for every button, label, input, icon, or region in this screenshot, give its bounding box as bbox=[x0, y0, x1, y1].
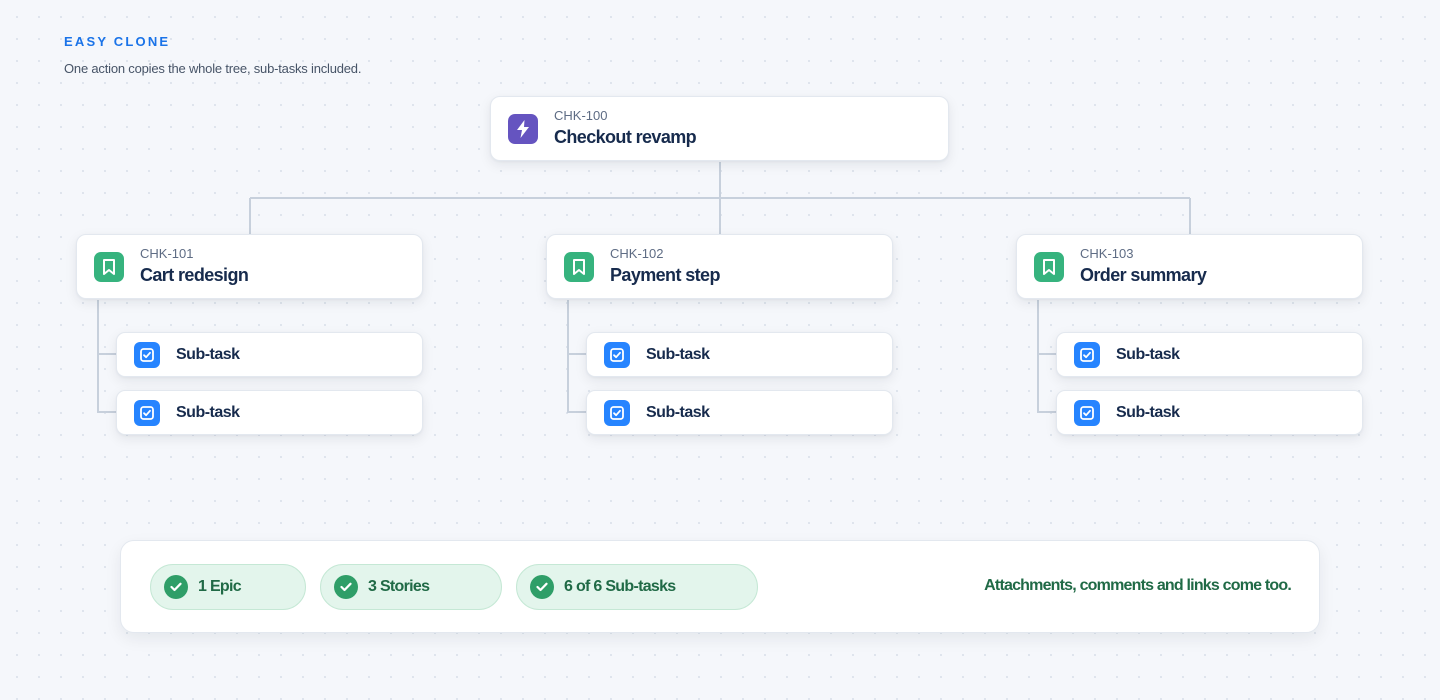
story-key: CHK-101 bbox=[140, 246, 194, 261]
story-card-chk-103[interactable]: CHK-103 Order summary bbox=[1016, 234, 1363, 299]
section-subtitle: One action copies the whole tree, sub-ta… bbox=[64, 61, 362, 76]
story-key: CHK-102 bbox=[610, 246, 664, 261]
story-title: Cart redesign bbox=[140, 265, 249, 285]
story-title: Order summary bbox=[1080, 265, 1207, 285]
check-circle-icon bbox=[164, 575, 188, 599]
subtask-label: Sub-task bbox=[646, 403, 710, 421]
epic-title: Checkout revamp bbox=[554, 127, 697, 147]
subtask-card[interactable]: Sub-task bbox=[116, 390, 423, 435]
summary-note: Attachments, comments and links come too… bbox=[984, 577, 1292, 594]
checkbox-icon bbox=[604, 341, 630, 368]
subtask-label: Sub-task bbox=[646, 345, 710, 363]
subtask-label: Sub-task bbox=[1116, 345, 1180, 363]
story-key: CHK-103 bbox=[1080, 246, 1134, 261]
story-card-chk-102[interactable]: CHK-102 Payment step bbox=[546, 234, 893, 299]
bookmark-icon bbox=[1034, 251, 1064, 282]
checkbox-icon bbox=[134, 341, 160, 368]
clone-summary-panel: 1 Epic 3 Stories 6 of 6 Sub-tasks Attach… bbox=[120, 540, 1320, 633]
checkbox-icon bbox=[134, 399, 160, 426]
summary-chip-subtasks: 6 of 6 Sub-tasks bbox=[516, 564, 758, 610]
bookmark-icon bbox=[564, 251, 594, 282]
subtask-card[interactable]: Sub-task bbox=[1056, 332, 1363, 377]
subtask-label: Sub-task bbox=[176, 345, 240, 363]
subtask-card[interactable]: Sub-task bbox=[116, 332, 423, 377]
epic-key: CHK-100 bbox=[554, 108, 608, 123]
summary-chip-stories: 3 Stories bbox=[320, 564, 502, 610]
check-circle-icon bbox=[530, 575, 554, 599]
lightning-icon bbox=[508, 113, 538, 144]
subtask-card[interactable]: Sub-task bbox=[586, 332, 893, 377]
subtask-label: Sub-task bbox=[176, 403, 240, 421]
chip-label: 6 of 6 Sub-tasks bbox=[564, 578, 676, 595]
story-card-chk-101[interactable]: CHK-101 Cart redesign bbox=[76, 234, 423, 299]
eyebrow-label: EASY CLONE bbox=[64, 34, 171, 49]
bookmark-icon bbox=[94, 251, 124, 282]
checkbox-icon bbox=[1074, 341, 1100, 368]
subtask-card[interactable]: Sub-task bbox=[586, 390, 893, 435]
chip-label: 1 Epic bbox=[198, 578, 242, 595]
chip-label: 3 Stories bbox=[368, 578, 430, 595]
subtask-label: Sub-task bbox=[1116, 403, 1180, 421]
epic-card[interactable]: CHK-100 Checkout revamp bbox=[490, 96, 949, 161]
checkbox-icon bbox=[1074, 399, 1100, 426]
subtask-card[interactable]: Sub-task bbox=[1056, 390, 1363, 435]
checkbox-icon bbox=[604, 399, 630, 426]
summary-chip-epic: 1 Epic bbox=[150, 564, 306, 610]
story-title: Payment step bbox=[610, 265, 720, 285]
check-circle-icon bbox=[334, 575, 358, 599]
